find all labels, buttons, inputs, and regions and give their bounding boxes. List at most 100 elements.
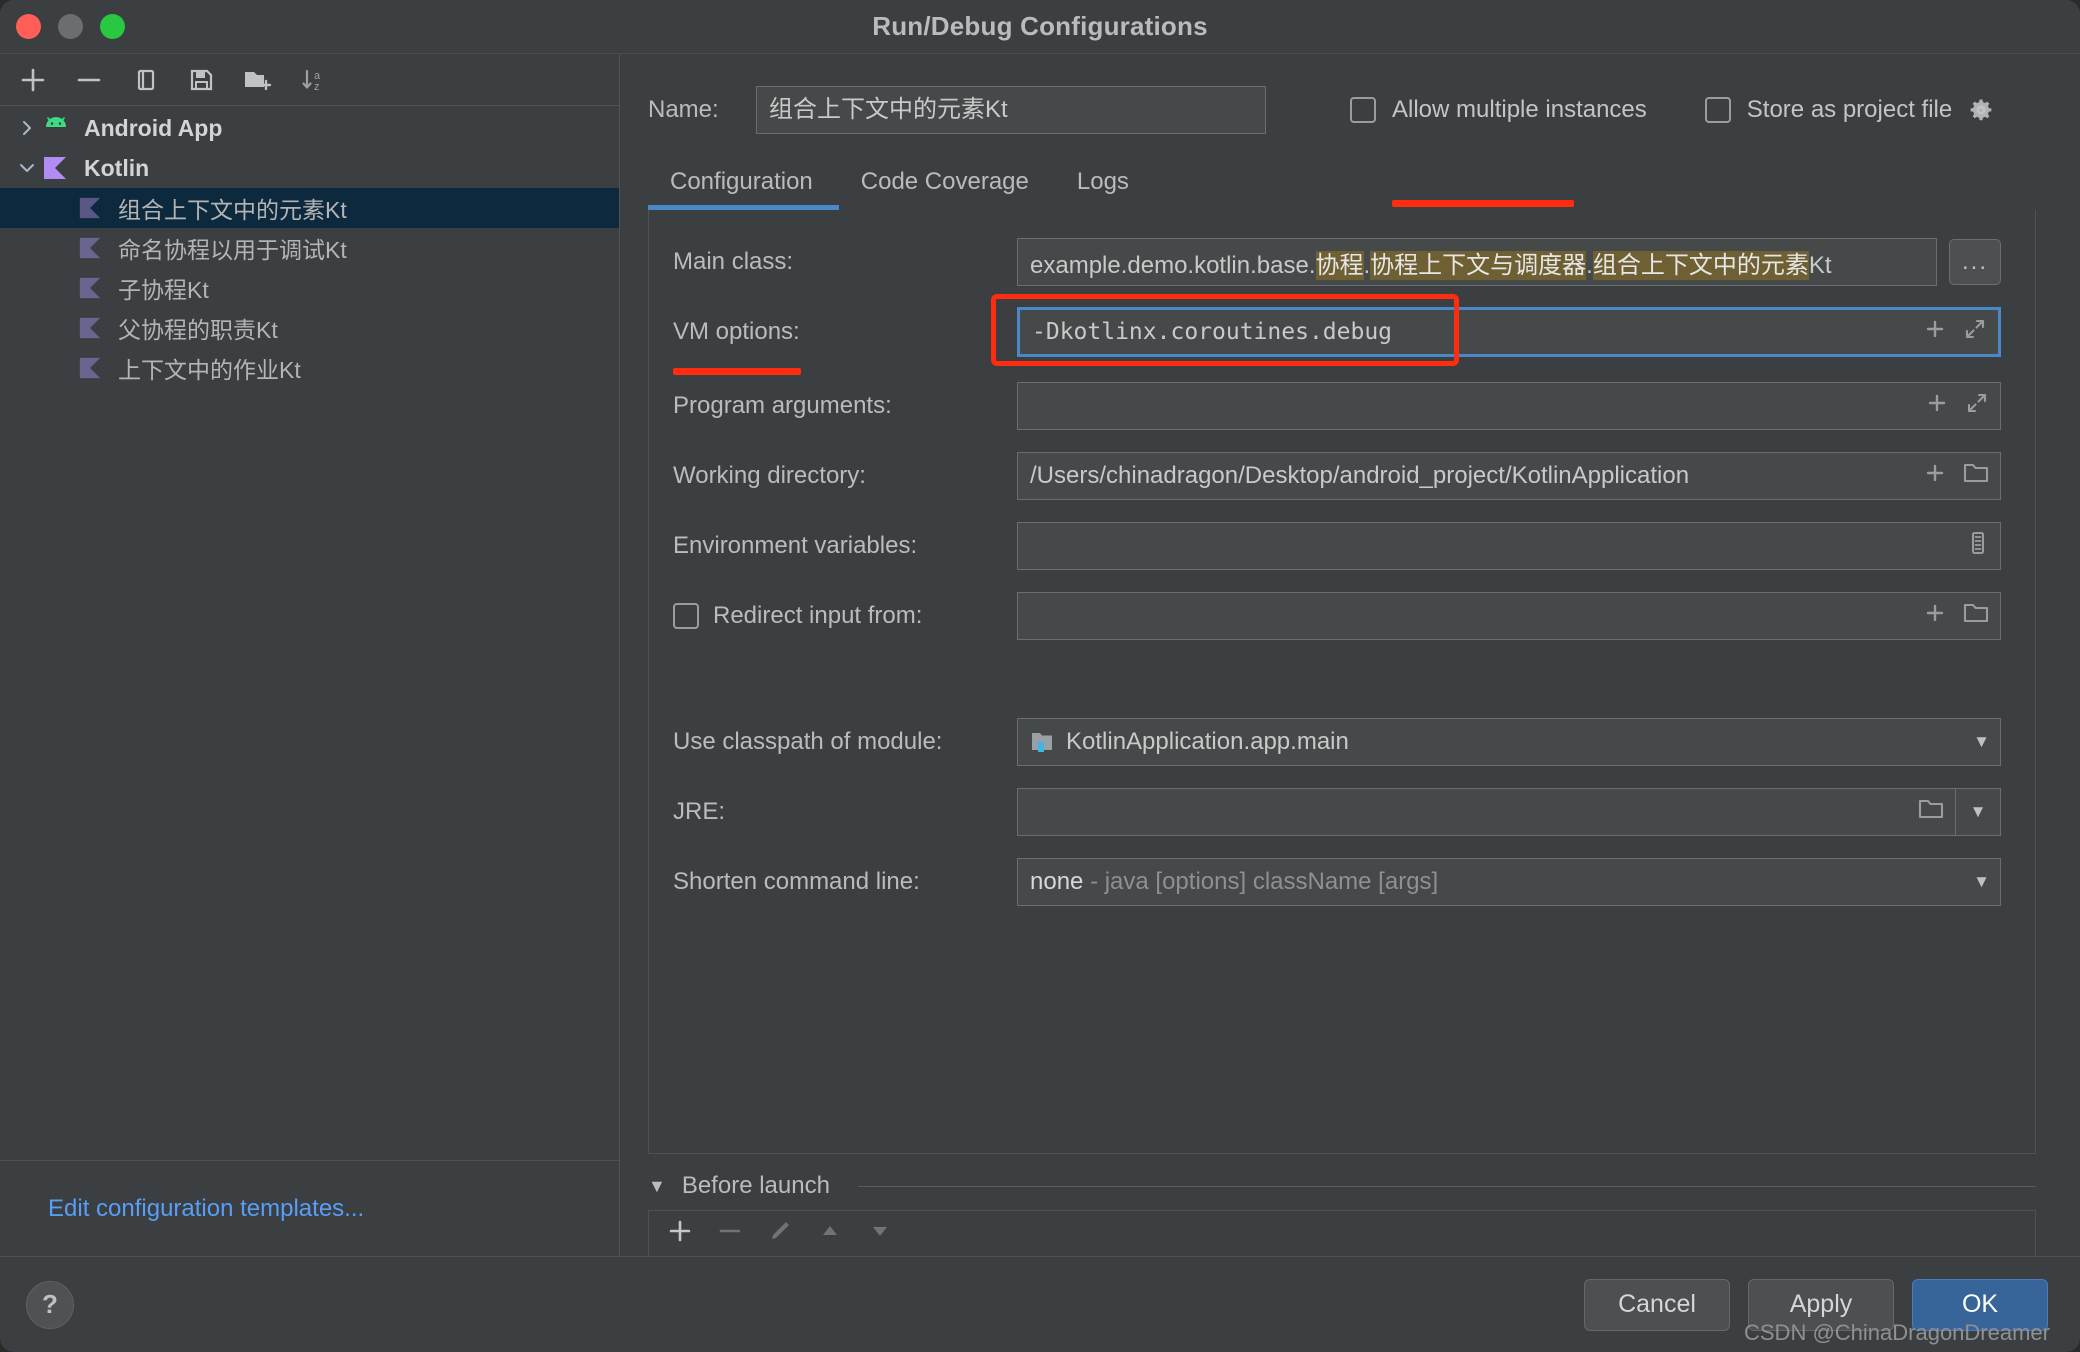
copy-configuration-button[interactable] [122,60,168,100]
browse-folder-icon[interactable] [1962,600,1990,633]
remove-configuration-button[interactable] [66,60,112,100]
dialog-title: Run/Debug Configurations [872,11,1208,41]
sidebar-item-config-1[interactable]: 组合上下文中的元素Kt [0,188,619,228]
chevron-right-icon[interactable] [12,119,42,137]
before-launch-toolbar [648,1210,2036,1256]
main-class-row: Main class: example.demo.kotlin.base.协程.… [673,236,2001,288]
program-arguments-adornments [1914,390,1990,423]
shorten-command-line-value: none - java [options] className [args] [1030,868,1973,896]
sidebar-item-label: 父协程的职责Kt [118,317,278,343]
sidebar-footer: Edit configuration templates... [0,1160,619,1256]
vm-options-value: -Dkotlinx.coroutines.debug [1032,319,1393,345]
redirect-input-label-group[interactable]: Redirect input from: [673,602,1017,630]
vm-options-input[interactable]: -Dkotlinx.coroutines.debug [1017,307,2001,357]
working-directory-input[interactable]: /Users/chinadragon/Desktop/android_proje… [1017,452,2001,500]
move-task-up-button [817,1218,843,1249]
main-class-browse-button[interactable]: ... [1949,239,2001,285]
working-directory-adornments [1912,460,1990,493]
triangle-down-icon[interactable]: ▼ [648,1176,666,1197]
vm-options-label-annotation-underline [673,368,801,375]
edit-variables-icon[interactable] [1966,530,1990,563]
sidebar-item-config-4[interactable]: 父协程的职责Kt [0,308,619,348]
minimize-window-button[interactable] [58,14,83,39]
expand-editor-icon[interactable] [1962,316,1988,349]
shorten-command-line-hint: - java [options] className [args] [1090,868,1439,895]
expand-macro-icon[interactable] [1922,600,1948,633]
form-spacer [673,660,2001,716]
environment-variables-input[interactable] [1017,522,2001,570]
shorten-command-line-selected: none [1030,868,1084,895]
kotlin-file-icon [78,236,112,260]
sidebar-item-label: 子协程Kt [118,277,209,303]
sidebar-item-config-3[interactable]: 子协程Kt [0,268,619,308]
run-debug-configurations-dialog: Run/Debug Configurations a z Android App… [0,0,2080,1352]
redirect-input-checkbox[interactable] [673,603,699,629]
redirect-input-adornments [1912,600,1990,633]
configurations-tree[interactable]: Android App Kotlin 组合上下文中的元素Kt 命名协程以用于调试… [0,106,619,1160]
main-class-input[interactable]: example.demo.kotlin.base.协程.协程上下文与调度器.组合… [1017,238,1937,286]
use-classpath-of-module-value: KotlinApplication.app.main [1066,728,1349,755]
edit-task-button [767,1218,793,1249]
store-as-project-file-label: Store as project file [1746,96,1953,123]
use-classpath-of-module-label: Use classpath of module: [673,728,943,755]
name-label: Name: [648,96,719,123]
environment-variables-label: Environment variables: [673,532,918,559]
chevron-down-icon[interactable]: ▼ [1973,732,1990,752]
checkbox-box[interactable] [1350,97,1376,123]
save-configuration-button[interactable] [178,60,224,100]
jre-input[interactable] [1017,788,1956,836]
working-directory-label: Working directory: [673,462,866,489]
redirect-input-input[interactable] [1017,592,2001,640]
jre-dropdown-button[interactable]: ▼ [1955,788,2001,836]
shorten-command-line-select[interactable]: none - java [options] className [args] ▼ [1017,858,2001,906]
vm-options-adornments [1912,316,1988,349]
use-classpath-of-module-row: Use classpath of module: KotlinApplicati… [673,716,2001,768]
before-launch-header[interactable]: ▼ Before launch [648,1172,2036,1200]
gear-icon[interactable] [1968,97,1994,123]
kotlin-icon [42,155,76,181]
shorten-command-line-label: Shorten command line: [673,868,920,895]
expand-macro-icon[interactable] [1924,390,1950,423]
sidebar-item-config-5[interactable]: 上下文中的作业Kt [0,348,619,388]
expand-macro-icon[interactable] [1922,316,1948,349]
sidebar-toolbar: a z [0,54,619,106]
close-window-button[interactable] [16,14,41,39]
chevron-down-icon[interactable] [12,159,42,177]
environment-variables-row: Environment variables: [673,520,2001,572]
sidebar-item-config-2[interactable]: 命名协程以用于调试Kt [0,228,619,268]
add-task-button[interactable] [667,1218,693,1249]
edit-configuration-templates-link[interactable]: Edit configuration templates... [48,1195,364,1223]
expand-editor-icon[interactable] [1964,390,1990,423]
sidebar-item-label: Android App [84,114,223,141]
browse-folder-icon[interactable] [1962,460,1990,493]
checkbox-box[interactable] [1704,97,1731,123]
tab-logs[interactable]: Logs [1055,168,1155,210]
main-panel: Name: 组合上下文中的元素Kt Allow multiple instanc… [620,54,2080,1256]
sidebar-item-android-app[interactable]: Android App [0,108,619,148]
store-as-project-file-checkbox[interactable]: Store as project file [1704,96,1994,124]
help-button[interactable]: ? [26,1280,74,1329]
sidebar-item-label: 组合上下文中的元素Kt [118,197,347,223]
cancel-button[interactable]: Cancel [1584,1278,1730,1331]
sort-configurations-button[interactable]: a z [290,60,336,100]
browse-folder-icon[interactable] [1917,796,1945,829]
name-input[interactable]: 组合上下文中的元素Kt [756,86,1266,134]
tab-bar[interactable]: Configuration Code Coverage Logs [648,168,2080,210]
expand-macro-icon[interactable] [1922,460,1948,493]
chevron-down-icon[interactable]: ▼ [1973,872,1990,892]
kotlin-file-icon [78,356,112,380]
svg-text:z: z [314,81,320,93]
tab-code-coverage[interactable]: Code Coverage [839,168,1055,210]
program-arguments-input[interactable] [1017,382,2001,430]
move-into-folder-button[interactable] [234,60,280,100]
chevron-down-icon[interactable]: ▼ [1970,802,1987,822]
working-directory-value: /Users/chinadragon/Desktop/android_proje… [1030,462,1690,489]
allow-multiple-instances-checkbox[interactable]: Allow multiple instances [1350,96,1647,124]
add-configuration-button[interactable] [10,60,56,100]
move-task-down-button [867,1218,893,1249]
name-row: Name: 组合上下文中的元素Kt Allow multiple instanc… [620,54,2080,207]
sidebar-item-kotlin[interactable]: Kotlin [0,148,619,188]
tab-configuration[interactable]: Configuration [648,168,839,210]
zoom-window-button[interactable] [100,14,125,39]
use-classpath-of-module-select[interactable]: KotlinApplication.app.main ▼ [1017,718,2001,766]
